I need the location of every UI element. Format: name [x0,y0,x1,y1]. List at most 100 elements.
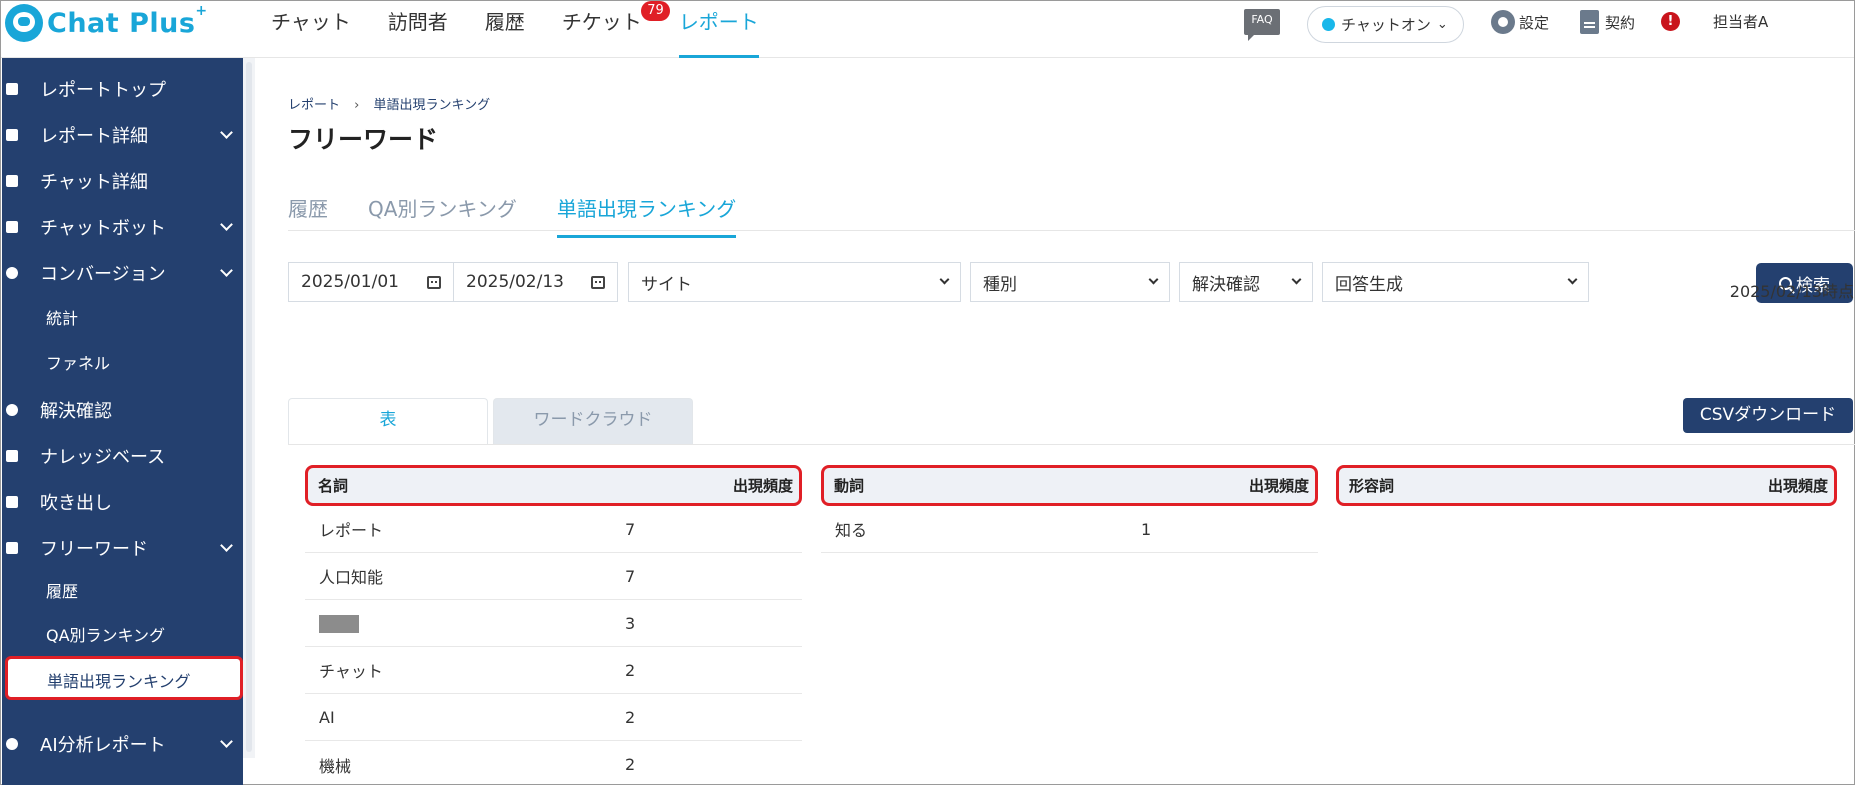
settings-link[interactable]: 設定 [1491,10,1549,34]
sidebar-item-label: レポート詳細 [40,126,148,147]
chevron-down-icon [220,538,233,552]
count-cell: 2 [625,660,636,680]
nav-chat[interactable]: チャット [271,1,351,58]
bot-icon [6,221,18,233]
noun-column-header: 名詞 [318,477,349,495]
type-select-value: 種別 [983,274,1017,295]
chevron-down-icon [1567,274,1578,285]
table-row: チャット 2 [305,647,802,694]
lightbulb-icon [6,404,18,416]
view-tabs-divider [288,444,1855,445]
count-cell: 7 [625,519,636,539]
sidebar-item-qa-ranking[interactable]: QA別ランキング [46,622,165,646]
sidebar-item-balloon[interactable]: 吹き出し [2,482,243,522]
sidebar-scrollbar[interactable] [243,58,255,758]
view-tabs: 表 ワードクラウド [288,398,698,444]
alert-icon[interactable]: ! [1661,12,1680,31]
as-of-timestamp: 2025/02/13時点 [1729,282,1854,301]
table-row: レポート 7 [305,506,802,553]
sidebar-item-freeword[interactable]: フリーワード [2,528,243,568]
date-to-input[interactable]: 2025/02/13 [453,262,618,302]
sidebar-item-label: フリーワード [40,539,148,560]
count-cell: 2 [625,707,636,727]
count-cell: 2 [625,755,636,774]
dashboard-icon [6,83,18,95]
breadcrumb-report[interactable]: レポート [288,98,340,113]
tab-wordcloud-view[interactable]: ワードクラウド [493,398,693,444]
chat-plus-logo[interactable]: Chat Plus + [5,3,207,42]
noun-table-header: 名詞 出現頻度 [305,465,802,506]
sidebar-item-label: 吹き出し [40,493,112,514]
chevron-down-icon [220,263,233,277]
type-select[interactable]: 種別 [970,262,1170,302]
verb-count-header[interactable]: 出現頻度 [1249,475,1309,496]
resolution-select[interactable]: 解決確認 [1179,262,1313,302]
table-row: 3 [305,600,802,647]
sidebar-item-statistics[interactable]: 統計 [46,305,78,329]
chat-status-label: チャットオン [1341,16,1431,34]
csv-download-button[interactable]: CSVダウンロード [1683,398,1853,433]
adjective-column-header: 形容詞 [1349,477,1395,495]
sidebar-item-word-ranking[interactable]: 単語出現ランキング [5,656,243,700]
word-cell: チャット [319,662,383,681]
date-from-input[interactable]: 2025/01/01 [288,262,454,302]
sidebar-item-conversion[interactable]: コンバージョン [2,253,243,293]
adjective-count-header[interactable]: 出現頻度 [1768,475,1828,496]
nav-visitors[interactable]: 訪問者 [388,1,448,58]
chat-status-toggle[interactable]: チャットオン ⌄ [1307,6,1464,43]
nav-report[interactable]: レポート [678,1,759,58]
report-icon [6,129,18,141]
word-cell: 知る [835,521,868,540]
count-cell: 7 [625,566,636,586]
lightbulb-icon [6,738,18,750]
online-dot-icon [1322,18,1335,31]
sidebar-item-label: AI分析レポート [40,735,166,756]
adjective-table: 形容詞 出現頻度 [1336,465,1837,506]
sidebar-item-funnel[interactable]: ファネル [46,350,110,374]
sidebar-item-label: ナレッジベース [40,447,166,468]
sidebar-item-ai-report[interactable]: AI分析レポート [2,724,243,764]
sidebar-item-chat-detail[interactable]: チャット詳細 [2,161,243,201]
page-title: フリーワード [288,125,439,154]
sidebar-item-label: コンバージョン [40,264,166,285]
star-icon [6,267,18,279]
redacted-word [319,614,359,633]
calendar-icon [427,276,441,289]
tabs-divider [288,230,1855,231]
breadcrumb-separator: › [354,98,360,113]
sidebar-item-resolution[interactable]: 解決確認 [2,390,243,430]
sidebar-item-freeword-history[interactable]: 履歴 [46,578,78,602]
sidebar-item-label: 解決確認 [40,401,112,422]
chevron-down-icon [220,125,233,139]
top-header: Chat Plus + チャット 訪問者 履歴 チケット 79 レポート FAQ… [1,1,1854,58]
sidebar-item-report-top[interactable]: レポートトップ [2,69,243,109]
sidebar-item-report-detail[interactable]: レポート詳細 [2,115,243,155]
chat-bubble-logo-icon [5,4,43,42]
nav-ticket[interactable]: チケット 79 [562,1,670,58]
sidebar-item-knowledge-base[interactable]: ナレッジベース [2,436,243,476]
faq-icon[interactable]: FAQ [1244,9,1280,41]
sidebar-item-label: 単語出現ランキング [47,672,191,691]
noun-count-header[interactable]: 出現頻度 [733,475,793,496]
site-select-value: サイト [641,274,692,295]
ticket-count-badge: 79 [641,1,670,21]
table-row: AI 2 [305,694,802,741]
chevron-down-icon [220,734,233,748]
table-row: 機械 2 [305,741,802,785]
chat-icon [6,175,18,187]
nav-history[interactable]: 履歴 [485,1,525,58]
logo-text: Chat Plus [47,7,196,39]
tab-table-view[interactable]: 表 [288,398,488,444]
word-cell: レポート [319,521,384,540]
gear-icon [1491,10,1515,34]
user-menu[interactable]: 担当者A [1713,11,1768,32]
settings-label: 設定 [1519,13,1550,32]
site-select[interactable]: サイト [628,262,961,302]
contract-link[interactable]: 契約 [1580,10,1635,34]
answer-select[interactable]: 回答生成 [1322,262,1589,302]
verb-table-header: 動詞 出現頻度 [821,465,1318,506]
count-cell: 3 [625,613,636,633]
date-from-value: 2025/01/01 [301,272,399,292]
word-cell: 人口知能 [319,568,384,587]
sidebar-item-chatbot[interactable]: チャットボット [2,207,243,247]
